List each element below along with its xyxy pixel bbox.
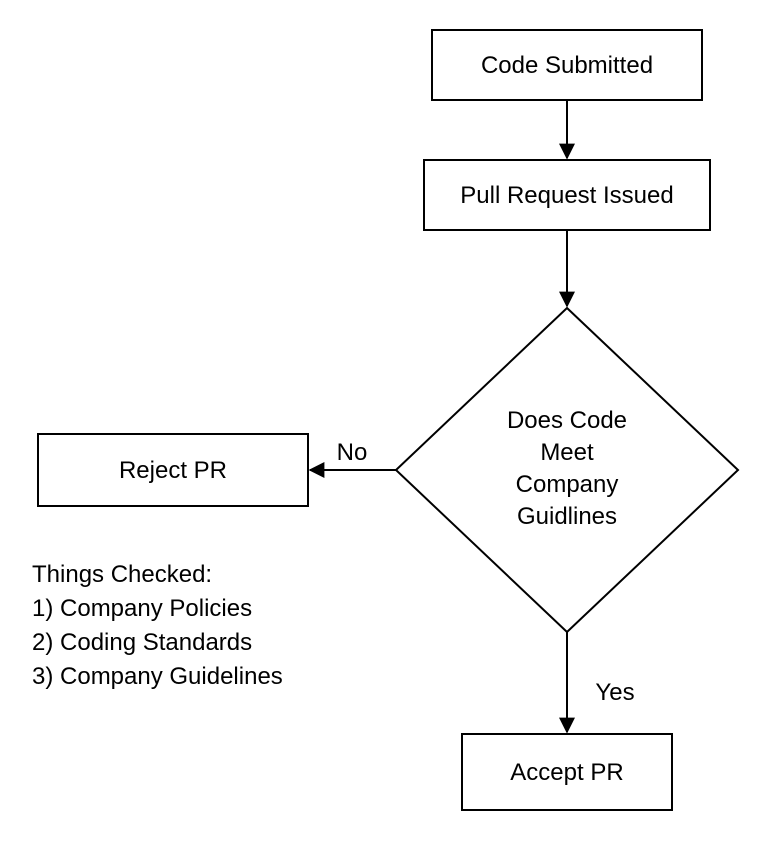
edge-decision-no-label: No xyxy=(337,439,368,466)
node-accept-pr-label: Accept PR xyxy=(510,759,623,786)
node-accept-pr: Accept PR xyxy=(462,734,672,810)
node-code-submitted: Code Submitted xyxy=(432,30,702,100)
node-code-submitted-label: Code Submitted xyxy=(481,52,653,79)
checklist-title: Things Checked: xyxy=(32,561,212,588)
flowchart: Code Submitted Pull Request Issued Does … xyxy=(0,0,776,852)
node-reject-pr-label: Reject PR xyxy=(119,457,227,484)
node-pr-issued-label: Pull Request Issued xyxy=(460,182,673,209)
node-pr-issued: Pull Request Issued xyxy=(424,160,710,230)
checklist-item-1: 1) Company Policies xyxy=(32,595,252,622)
node-decision-line4: Guidlines xyxy=(517,503,617,530)
node-decision-line1: Does Code xyxy=(507,407,627,434)
checklist-item-3: 3) Company Guidelines xyxy=(32,663,283,690)
node-decision-line3: Company xyxy=(516,471,619,498)
node-reject-pr: Reject PR xyxy=(38,434,308,506)
flowchart-svg: Code Submitted Pull Request Issued Does … xyxy=(0,0,776,852)
node-decision: Does Code Meet Company Guidlines xyxy=(396,308,738,632)
node-decision-line2: Meet xyxy=(540,439,594,466)
checklist-item-2: 2) Coding Standards xyxy=(32,629,252,656)
checklist-note: Things Checked: 1) Company Policies 2) C… xyxy=(32,561,283,690)
edge-decision-yes-label: Yes xyxy=(595,679,634,706)
